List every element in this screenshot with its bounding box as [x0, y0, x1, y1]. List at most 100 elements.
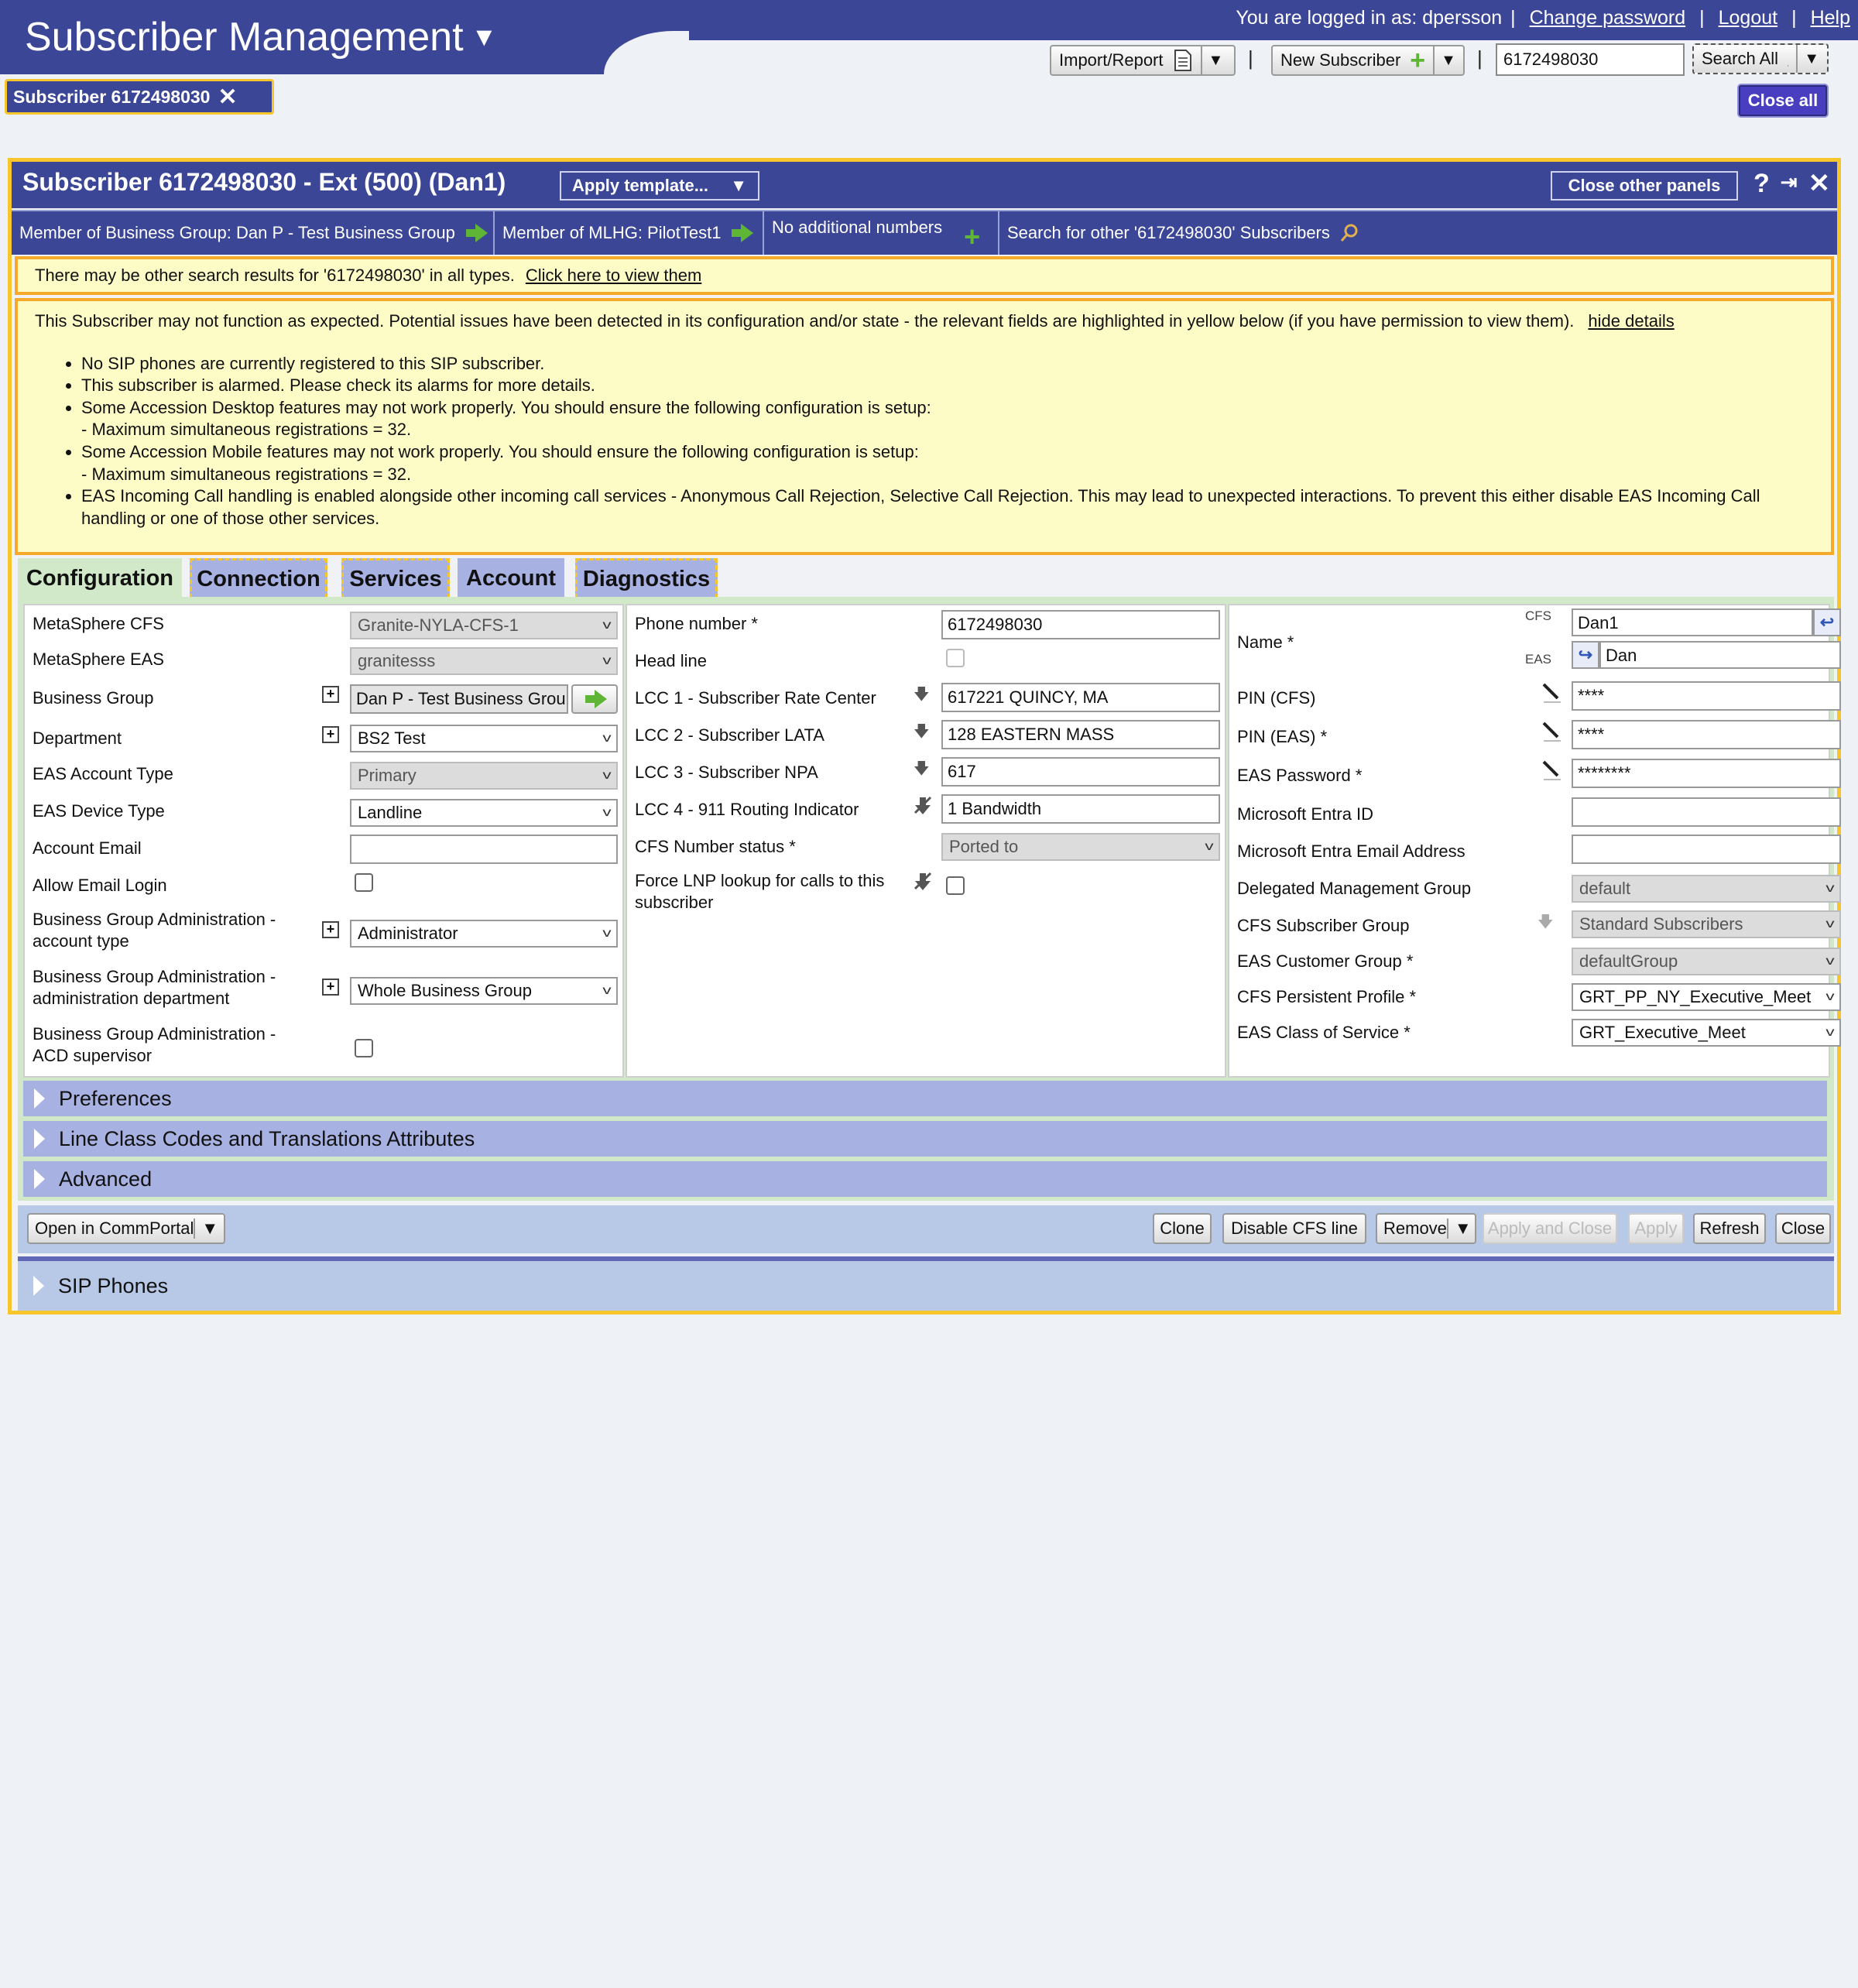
tab-configuration[interactable]: Configuration — [18, 558, 182, 598]
form-column-number: Phone number * 6172498030 Head line LCC … — [626, 604, 1226, 1078]
lcc3-input[interactable]: 617 — [941, 757, 1220, 787]
copy-right-icon[interactable]: ↪ — [1572, 641, 1599, 669]
cfs-persistent-profile-select[interactable]: GRT_PP_NY_Executive_Meeting v — [1572, 983, 1841, 1011]
eas-password-input[interactable]: ******** — [1572, 759, 1841, 788]
phone-number-input[interactable]: 6172498030 — [941, 610, 1220, 639]
change-password-link[interactable]: Change password — [1530, 7, 1686, 29]
accordion-sip-phones[interactable]: SIP Phones — [18, 1261, 1834, 1311]
override-arrow-icon[interactable] — [914, 872, 932, 892]
inherit-arrow-icon[interactable]: 🡇 — [914, 686, 930, 703]
override-arrow-icon[interactable] — [914, 796, 932, 816]
pin-icon[interactable]: ⇥ — [1781, 170, 1798, 194]
search-all-button[interactable]: Search All ▼ — [1692, 43, 1829, 74]
subscriber-tab[interactable]: Subscriber 6172498030 ✕ — [5, 79, 274, 115]
allow-email-login-label: Allow Email Login — [33, 876, 167, 895]
close-icon[interactable]: ✕ — [1808, 169, 1831, 198]
help-link[interactable]: Help — [1811, 7, 1850, 29]
business-group-link[interactable]: Member of Business Group: Dan P - Test B… — [12, 211, 495, 255]
new-subscriber-button[interactable]: New Subscriber + ▼ — [1271, 45, 1465, 76]
label-line: Business Group Administration - — [33, 967, 276, 986]
entra-id-input[interactable] — [1572, 797, 1841, 827]
caret-down-icon[interactable]: ▼ — [1446, 1219, 1472, 1239]
inherit-arrow-icon[interactable]: 🡇 — [914, 723, 930, 740]
name-eas-input[interactable]: Dan — [1599, 641, 1841, 669]
lcc4-input[interactable]: 1 Bandwidth — [941, 794, 1220, 824]
tab-diagnostics[interactable]: Diagnostics — [575, 558, 718, 598]
eas-account-type-select: Primary v — [350, 762, 618, 790]
expand-plus-icon[interactable]: + — [322, 726, 339, 743]
pin-cfs-input[interactable]: **** — [1572, 681, 1841, 711]
department-select[interactable]: BS2 Test v — [350, 725, 618, 752]
edit-pencil-icon[interactable] — [1541, 720, 1564, 743]
edit-pencil-icon[interactable] — [1541, 681, 1564, 704]
chevron-down-icon: v — [602, 806, 612, 819]
bg-admin-department-select[interactable]: Whole Business Group v — [350, 977, 618, 1005]
apply-template-button[interactable]: Apply template... ▼ — [560, 171, 759, 201]
chevron-down-icon: v — [602, 732, 612, 745]
search-other-subscribers-link[interactable]: Search for other '6172498030' Subscriber… — [999, 211, 1387, 255]
logout-link[interactable]: Logout — [1719, 7, 1777, 29]
search-all-dropdown[interactable]: ▼ — [1796, 45, 1819, 73]
bg-admin-acd-checkbox[interactable] — [355, 1039, 373, 1057]
label-line: Force LNP lookup for calls to this — [635, 871, 885, 890]
remove-button[interactable]: Remove ▼ — [1376, 1213, 1476, 1244]
head-line-label: Head line — [635, 651, 707, 670]
business-group-field[interactable]: Dan P - Test Business Group — [350, 684, 568, 714]
tab-account[interactable]: Account — [458, 558, 564, 598]
disable-cfs-line-button[interactable]: Disable CFS line — [1222, 1213, 1366, 1244]
accordion-advanced[interactable]: Advanced — [23, 1161, 1827, 1198]
force-lnp-checkbox[interactable] — [946, 876, 965, 895]
expand-plus-icon[interactable]: + — [322, 979, 339, 996]
search-input[interactable]: 6172498030 — [1496, 43, 1685, 76]
allow-email-login-checkbox[interactable] — [355, 873, 373, 892]
chevron-down-icon: v — [602, 984, 612, 997]
pin-eas-label: PIN (EAS) * — [1237, 727, 1328, 746]
go-business-group-button[interactable] — [571, 684, 618, 714]
lcc1-input[interactable]: 617221 QUINCY, MA — [941, 683, 1220, 712]
close-button[interactable]: Close — [1775, 1213, 1831, 1244]
open-commportal-button[interactable]: Open in CommPortal ▼ — [27, 1213, 225, 1244]
mlhg-link[interactable]: Member of MLHG: PilotTest1 — [495, 211, 764, 255]
cfs-persistent-profile-value: GRT_PP_NY_Executive_Meeting — [1579, 987, 1812, 1006]
accordion-line-class-codes[interactable]: Line Class Codes and Translations Attrib… — [23, 1121, 1827, 1158]
business-group-label: Business Group — [33, 688, 154, 708]
pin-eas-input[interactable]: **** — [1572, 720, 1841, 749]
import-report-button[interactable]: Import/Report ▼ — [1050, 45, 1236, 76]
clone-button[interactable]: Clone — [1153, 1213, 1212, 1244]
name-cfs-input[interactable]: Dan1 — [1572, 608, 1813, 636]
tab-connection[interactable]: Connection — [190, 558, 327, 598]
inherit-arrow-icon[interactable]: 🡇 — [914, 760, 930, 777]
copy-left-icon[interactable]: ↩ — [1813, 608, 1841, 636]
account-email-input[interactable] — [350, 835, 618, 864]
cfs-tag: CFS — [1525, 608, 1551, 623]
accordion-preferences[interactable]: Preferences — [23, 1081, 1827, 1118]
search-results-notice: There may be other search results for '6… — [15, 256, 1834, 295]
caret-down-icon[interactable]: ▼ — [194, 1219, 218, 1239]
refresh-button[interactable]: Refresh — [1693, 1213, 1766, 1244]
entra-email-input[interactable] — [1572, 835, 1841, 864]
edit-pencil-icon[interactable] — [1541, 759, 1564, 782]
new-subscriber-dropdown[interactable]: ▼ — [1433, 46, 1456, 74]
add-number-icon[interactable]: + — [964, 221, 980, 253]
delegated-group-label: Delegated Management Group — [1237, 879, 1472, 898]
view-results-link[interactable]: Click here to view them — [526, 266, 701, 286]
close-all-button[interactable]: Close all — [1739, 85, 1827, 116]
help-icon[interactable]: ? — [1753, 169, 1770, 198]
expand-triangle-icon — [34, 1129, 45, 1149]
plus-icon: + — [1410, 45, 1426, 75]
eas-device-type-select[interactable]: Landline v — [350, 799, 618, 827]
label-line: account type — [33, 931, 129, 951]
bg-admin-account-type-select[interactable]: Administrator v — [350, 920, 618, 948]
import-report-label: Import/Report — [1059, 50, 1164, 70]
eas-class-of-service-select[interactable]: GRT_Executive_Meet v — [1572, 1019, 1841, 1047]
close-icon[interactable]: ✕ — [218, 84, 237, 111]
expand-plus-icon[interactable]: + — [322, 921, 339, 938]
close-other-panels-button[interactable]: Close other panels — [1551, 171, 1738, 201]
document-icon — [1174, 50, 1191, 71]
app-title-menu[interactable]: Subscriber Management ▼ — [25, 14, 497, 60]
import-report-dropdown[interactable]: ▼ — [1200, 46, 1223, 74]
tab-services[interactable]: Services — [341, 558, 450, 598]
lcc2-input[interactable]: 128 EASTERN MASS — [941, 720, 1220, 749]
hide-details-link[interactable]: hide details — [1588, 311, 1674, 331]
expand-plus-icon[interactable]: + — [322, 686, 339, 703]
